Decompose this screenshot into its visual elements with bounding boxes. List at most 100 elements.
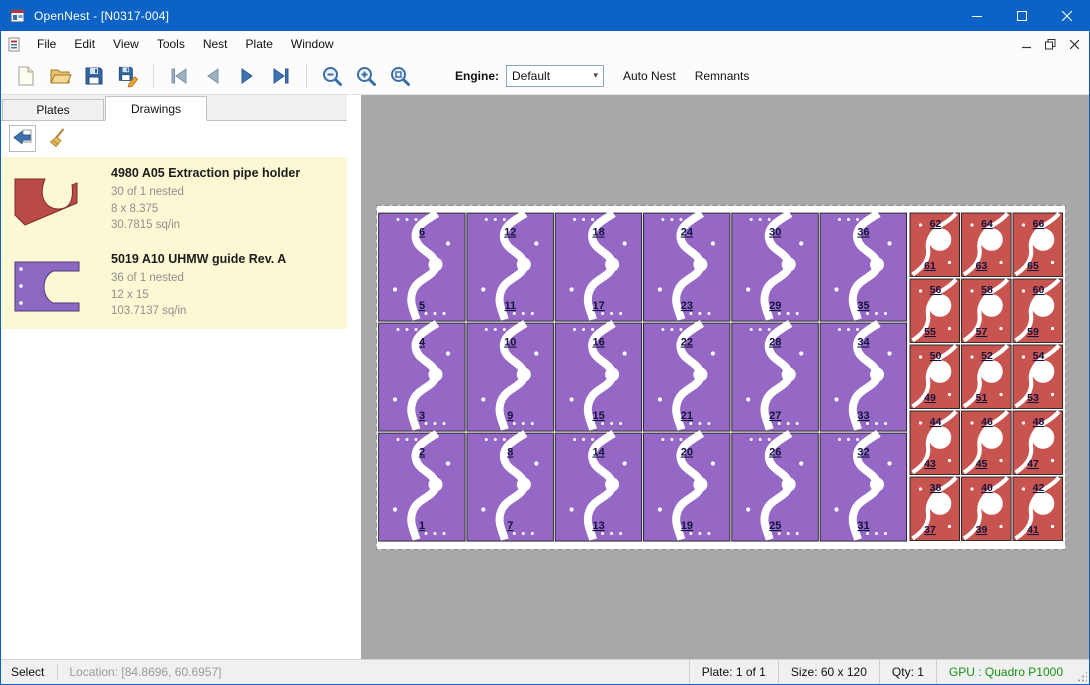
svg-text:29: 29: [769, 300, 781, 312]
nest-cell[interactable]: 1413: [555, 433, 642, 541]
svg-text:66: 66: [1033, 218, 1045, 230]
svg-text:39: 39: [976, 524, 988, 536]
menu-bar: File Edit View Tools Nest Plate Window: [1, 31, 1089, 57]
svg-text:7: 7: [507, 520, 513, 532]
nest-cell[interactable]: 2221: [644, 323, 731, 431]
nest-cell[interactable]: 4847: [1013, 411, 1063, 475]
resize-grip[interactable]: [1075, 660, 1089, 684]
engine-value: Default: [512, 69, 550, 83]
status-bar: Select Location: [84.8696, 60.6957] Plat…: [1, 659, 1089, 684]
nest-cell[interactable]: 1615: [555, 323, 642, 431]
save-as-button[interactable]: [113, 61, 143, 91]
svg-text:52: 52: [981, 350, 993, 362]
nest-cell[interactable]: 12 11: [467, 213, 554, 321]
menu-tools[interactable]: Tools: [148, 32, 194, 56]
svg-text:18: 18: [592, 227, 604, 239]
menu-nest[interactable]: Nest: [194, 32, 237, 56]
nest-cell[interactable]: 5857: [962, 279, 1012, 343]
menu-window[interactable]: Window: [282, 32, 343, 56]
mdi-close-icon[interactable]: [1064, 35, 1084, 53]
chevron-down-icon: ▾: [593, 70, 598, 81]
zoom-out-button[interactable]: [317, 61, 347, 91]
nest-cell[interactable]: 4039: [962, 477, 1012, 541]
save-button[interactable]: [79, 61, 109, 91]
nest-cell[interactable]: 3231: [820, 433, 907, 541]
last-plate-button[interactable]: [266, 61, 296, 91]
svg-text:12: 12: [504, 227, 516, 239]
status-mode: Select: [1, 665, 57, 679]
svg-text:61: 61: [924, 260, 936, 272]
nest-cell[interactable]: 3635: [820, 213, 907, 321]
drawing-info: 4980 A05 Extraction pipe holder 30 of 1 …: [111, 166, 300, 234]
maximize-button[interactable]: [999, 1, 1044, 31]
auto-nest-button[interactable]: Auto Nest: [623, 69, 676, 83]
remnants-button[interactable]: Remnants: [695, 69, 750, 83]
nest-cell[interactable]: 6261: [910, 213, 960, 277]
nest-cell[interactable]: 109: [467, 323, 554, 431]
svg-text:33: 33: [857, 410, 869, 422]
mdi-minimize-icon[interactable]: [1016, 35, 1036, 53]
mdi-restore-icon[interactable]: [1040, 35, 1060, 53]
nest-cell[interactable]: 3433: [820, 323, 907, 431]
part-thumbnail-purple: [11, 257, 83, 315]
list-item[interactable]: 4980 A05 Extraction pipe holder 30 of 1 …: [1, 157, 347, 243]
nest-cell[interactable]: 5655: [910, 279, 960, 343]
nest-cell[interactable]: 46 45: [962, 411, 1012, 475]
document-icon[interactable]: [7, 37, 22, 52]
nest-cell[interactable]: 5453: [1013, 345, 1063, 409]
svg-text:45: 45: [976, 458, 988, 470]
nest-cell[interactable]: 5049: [910, 345, 960, 409]
nest-cell[interactable]: 4241: [1013, 477, 1063, 541]
svg-text:14: 14: [592, 447, 605, 459]
send-to-nest-button[interactable]: [9, 125, 36, 152]
app-icon: [10, 8, 26, 24]
nest-cell[interactable]: 43: [379, 323, 466, 431]
nest-cell[interactable]: 4443: [910, 411, 960, 475]
panel-splitter[interactable]: [347, 95, 361, 659]
engine-dropdown[interactable]: Default ▾: [506, 65, 604, 87]
nest-cell[interactable]: 3029: [732, 213, 819, 321]
open-button[interactable]: [45, 61, 75, 91]
svg-text:38: 38: [930, 482, 942, 494]
menu-plate[interactable]: Plate: [237, 32, 282, 56]
nest-cell[interactable]: 6463: [962, 213, 1012, 277]
zoom-in-button[interactable]: [351, 61, 381, 91]
menu-edit[interactable]: Edit: [65, 32, 104, 56]
tab-drawings[interactable]: Drawings: [105, 96, 207, 121]
tab-plates[interactable]: Plates: [2, 99, 104, 120]
svg-text:11: 11: [504, 300, 516, 312]
nest-plate[interactable]: 6512111817242330293635431091615222128273…: [376, 205, 1066, 550]
close-button[interactable]: [1044, 1, 1089, 31]
nest-cell[interactable]: 3837: [910, 477, 960, 541]
nest-cell[interactable]: 6059: [1013, 279, 1063, 343]
clear-list-button[interactable]: [44, 125, 71, 152]
nest-canvas[interactable]: 6512111817242330293635431091615222128273…: [361, 95, 1089, 659]
nest-cell[interactable]: 5251: [962, 345, 1012, 409]
nest-cell[interactable]: 6665: [1013, 213, 1063, 277]
first-plate-button[interactable]: [164, 61, 194, 91]
nest-cell[interactable]: 2827: [732, 323, 819, 431]
zoom-fit-button[interactable]: [385, 61, 415, 91]
menu-view[interactable]: View: [104, 32, 148, 56]
minimize-button[interactable]: [954, 1, 999, 31]
nest-cell[interactable]: 2625: [732, 433, 819, 541]
svg-text:53: 53: [1027, 392, 1039, 404]
nest-cell[interactable]: 65: [379, 213, 466, 321]
menu-file[interactable]: File: [28, 32, 65, 56]
svg-text:27: 27: [769, 410, 781, 422]
list-item[interactable]: 5019 A10 UHMW guide Rev. A 36 of 1 neste…: [1, 243, 347, 329]
new-button[interactable]: [11, 61, 41, 91]
nest-cell[interactable]: 87: [467, 433, 554, 541]
previous-plate-button[interactable]: [198, 61, 228, 91]
drawing-size: 8 x 8.375: [111, 201, 300, 218]
nest-cell[interactable]: 2423: [644, 213, 731, 321]
next-plate-button[interactable]: [232, 61, 262, 91]
mdi-controls: [1016, 35, 1089, 53]
nest-cell[interactable]: 1817: [555, 213, 642, 321]
svg-text:46: 46: [981, 416, 993, 428]
save-icon: [82, 64, 106, 88]
nest-cell[interactable]: 21: [379, 433, 466, 541]
status-right: Plate: 1 of 1 Size: 60 x 120 Qty: 1 GPU …: [689, 660, 1089, 684]
svg-text:2: 2: [419, 447, 425, 459]
nest-cell[interactable]: 2019: [644, 433, 731, 541]
